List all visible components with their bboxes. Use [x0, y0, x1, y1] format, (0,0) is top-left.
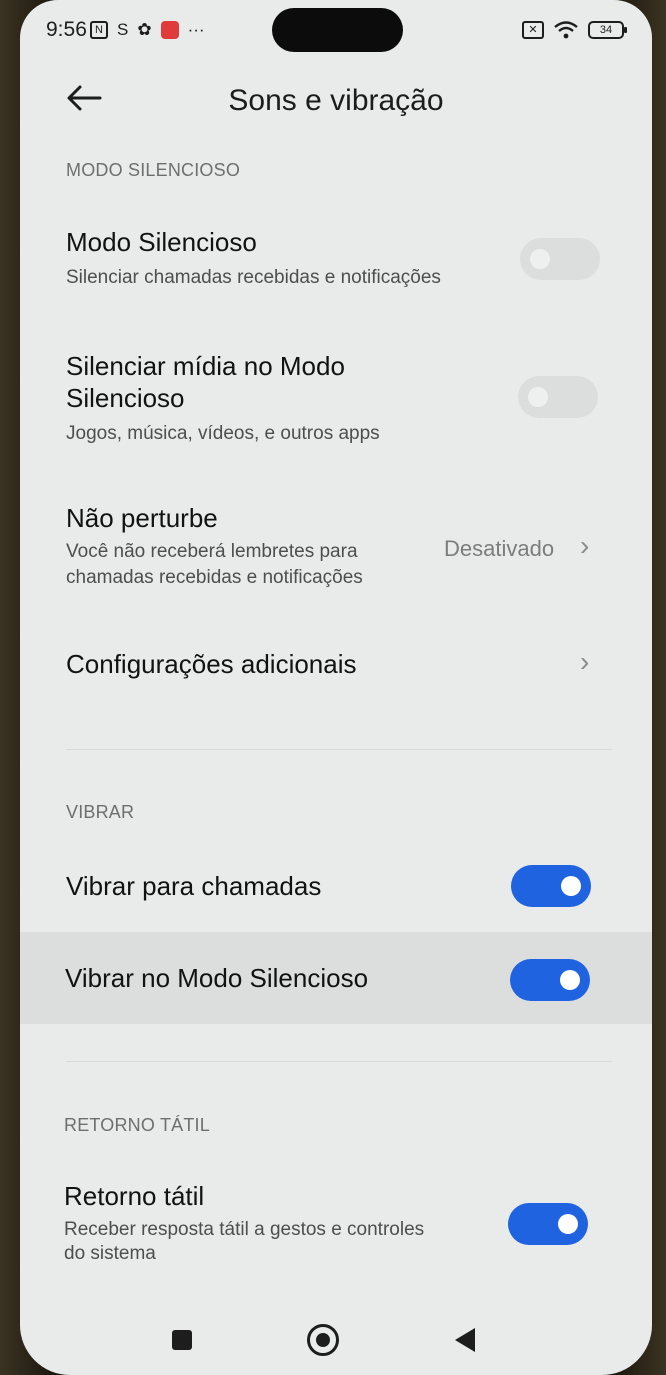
- section-divider: [66, 749, 612, 750]
- haptic-toggle[interactable]: [508, 1203, 588, 1245]
- settings-screen: 9:56 N S ✿ ··· ✕ 34 Sons e vibração MODO…: [20, 0, 652, 1375]
- mute-media-title-line1: Silenciar mídia no Modo: [66, 351, 345, 381]
- toggle-knob: [561, 876, 581, 896]
- haptic-subtitle-line1: Receber resposta tátil a gestos e contro…: [64, 1219, 425, 1240]
- s-icon: S: [117, 20, 129, 39]
- toggle-knob: [560, 970, 580, 990]
- toggle-knob: [528, 387, 548, 407]
- mute-media-toggle[interactable]: [518, 376, 598, 418]
- status-icons-right: ✕ 34: [522, 20, 627, 40]
- dnd-title: Não perturbe: [66, 503, 218, 533]
- vibrate-silent-toggle[interactable]: [510, 959, 590, 1001]
- status-bar: 9:56 N S ✿ ··· ✕ 34: [20, 0, 652, 62]
- mute-media-row[interactable]: Silenciar mídia no Modo Silencioso Jogos…: [20, 346, 652, 456]
- sim-icon: ✕: [522, 21, 544, 39]
- dnd-subtitle-line2: chamadas recebidas e notificações: [66, 567, 363, 588]
- more-dots-icon: ···: [187, 20, 205, 39]
- vibrate-calls-row[interactable]: Vibrar para chamadas: [20, 860, 652, 916]
- gear-icon: ✿: [137, 20, 152, 39]
- section-label-silent: MODO SILENCIOSO: [66, 160, 241, 180]
- silent-mode-title: Modo Silencioso: [66, 227, 257, 257]
- vibrate-calls-toggle[interactable]: [511, 865, 591, 907]
- toggle-knob: [558, 1214, 578, 1234]
- mail-notification-icon: [160, 21, 179, 39]
- system-nav-bar: [20, 1300, 652, 1375]
- recent-apps-button[interactable]: [172, 1330, 192, 1350]
- chevron-right-icon: ›: [580, 530, 590, 561]
- chevron-right-icon: ›: [580, 646, 590, 677]
- dnd-status-value: Desativado: [444, 536, 555, 561]
- status-time: 9:56: [46, 18, 87, 41]
- haptic-subtitle-line2: do sistema: [64, 1243, 156, 1264]
- app-header: Sons e vibração: [20, 72, 652, 136]
- toggle-knob: [530, 249, 550, 269]
- silent-mode-toggle[interactable]: [520, 238, 600, 280]
- vibrate-calls-title: Vibrar para chamadas: [66, 871, 322, 901]
- wifi-icon: [554, 21, 578, 39]
- system-back-button[interactable]: [455, 1328, 475, 1352]
- section-label-haptic: RETORNO TÁTIL: [64, 1115, 210, 1135]
- home-button[interactable]: [307, 1324, 339, 1356]
- silent-mode-subtitle: Silenciar chamadas recebidas e notificaç…: [66, 267, 441, 288]
- dnd-subtitle-line1: Você não receberá lembretes para: [66, 541, 358, 562]
- mute-media-title-line2: Silencioso: [66, 383, 185, 413]
- nfc-icon: N: [90, 21, 108, 39]
- section-label-vibrate: VIBRAR: [66, 802, 135, 822]
- mute-media-subtitle: Jogos, música, vídeos, e outros apps: [66, 423, 380, 444]
- additional-settings-title: Configurações adicionais: [66, 649, 357, 679]
- section-divider: [66, 1061, 612, 1062]
- camera-cutout: [272, 8, 403, 52]
- page-title: Sons e vibração: [228, 84, 444, 117]
- additional-settings-row[interactable]: Configurações adicionais ›: [20, 640, 652, 696]
- vibrate-silent-title: Vibrar no Modo Silencioso: [65, 963, 369, 993]
- battery-icon: 34: [588, 21, 627, 39]
- haptic-title: Retorno tátil: [64, 1181, 205, 1211]
- do-not-disturb-row[interactable]: Não perturbe Você não receberá lembretes…: [20, 498, 652, 598]
- vibrate-silent-row[interactable]: Vibrar no Modo Silencioso: [20, 950, 652, 1010]
- silent-mode-row[interactable]: Modo Silencioso Silenciar chamadas receb…: [20, 220, 652, 310]
- status-icons-left: N S ✿ ···: [90, 20, 205, 40]
- haptic-feedback-row[interactable]: Retorno tátil Receber resposta tátil a g…: [20, 1176, 652, 1272]
